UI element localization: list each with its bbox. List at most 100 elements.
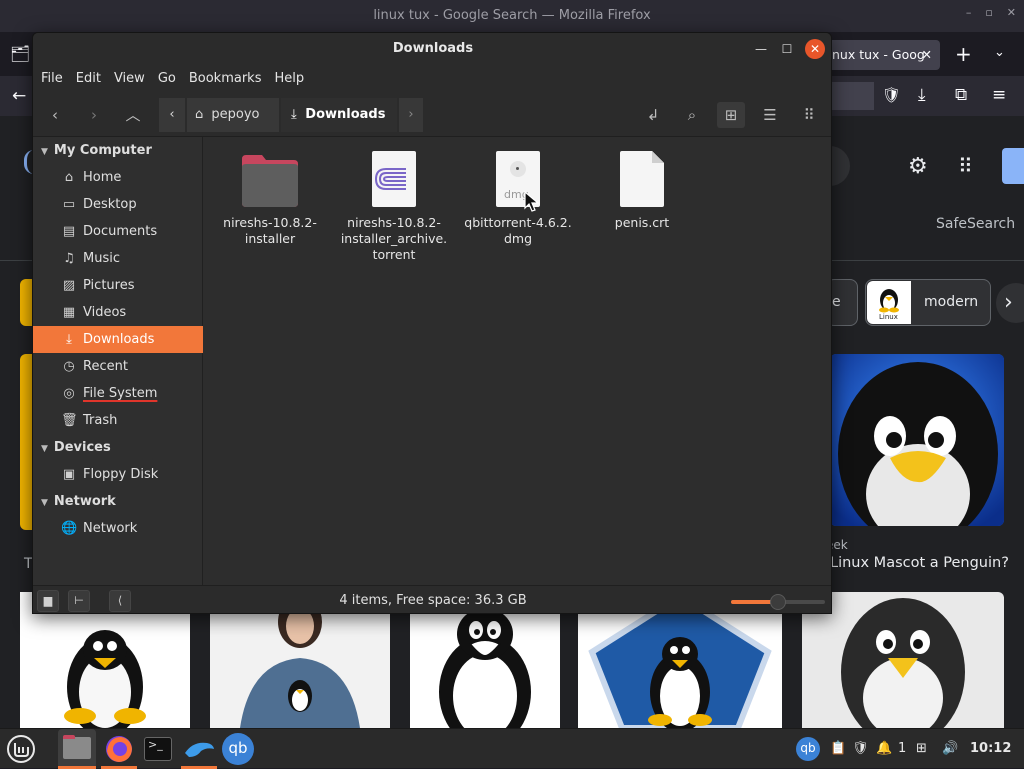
menu-edit[interactable]: Edit (75, 65, 109, 93)
firefox-titlebar: linux tux - Google Search — Mozilla Fire… (0, 0, 1024, 32)
settings-gear-icon[interactable]: ⚙ (908, 154, 928, 179)
tray-notifications-icon[interactable]: 🔔 (876, 729, 892, 769)
menu-icon[interactable]: ≡ (992, 85, 1006, 105)
up-icon[interactable]: ︿ (119, 102, 147, 128)
menu-view[interactable]: View (113, 65, 153, 93)
documents-icon: ▤ (62, 224, 76, 239)
floppy-icon: ▣ (62, 467, 76, 482)
show-places-icon[interactable]: ▆ (37, 590, 59, 612)
status-bar: 4 items, Free space: 36.3 GB ▆ ⊢ ⟨ (33, 585, 831, 613)
menu-file[interactable]: File (40, 65, 71, 93)
menu-bookmarks[interactable]: Bookmarks (188, 65, 270, 93)
file-item-torrent[interactable]: nireshs-10.8.2- installer_archive. torre… (334, 151, 454, 263)
safesearch-label[interactable]: SafeSearch (936, 216, 1015, 232)
firefox-window-controls: – ▫ ✕ (966, 6, 1016, 19)
sidebar-item-file-system[interactable]: ◎ File System (33, 380, 203, 407)
zoom-slider[interactable] (731, 594, 825, 610)
search-icon[interactable]: ⌕ (678, 102, 706, 128)
sidebar: ▼ My Computer ⌂ Home ▭ Desktop ▤ Documents ♫… (33, 137, 203, 585)
pocket-icon[interactable]: 🛡 (882, 86, 901, 104)
file-item-folder[interactable]: nireshs-10.8.2- installer (210, 151, 330, 247)
compact-view-icon[interactable]: ⠿ (795, 102, 823, 128)
extensions-icon[interactable]: ⧉ (955, 85, 967, 105)
sidebar-item-recent[interactable]: ◷ Recent (33, 353, 203, 380)
file-view[interactable]: nireshs-10.8.2- installer nireshs-10.8.2… (204, 137, 831, 585)
maximize-button[interactable]: ☐ (777, 39, 797, 59)
tab-title: nux tux - Goog (832, 47, 925, 62)
tab-close-icon[interactable]: ✕ (922, 40, 932, 70)
list-view-icon[interactable]: ☰ (756, 102, 784, 128)
location-toggle-icon[interactable]: ↲ (639, 102, 667, 128)
sidebar-item-desktop[interactable]: ▭ Desktop (33, 191, 203, 218)
icon-view-icon[interactable]: ⊞ (717, 102, 745, 128)
breadcrumb-current[interactable]: ⤓ Downloads (281, 98, 397, 132)
downloads-icon: ⤓ (66, 332, 72, 347)
sign-in-button[interactable] (1002, 148, 1024, 184)
sidebar-section-my-computer[interactable]: ▼ My Computer (33, 138, 152, 164)
close-icon[interactable]: ✕ (1007, 6, 1016, 19)
mint-menu-icon[interactable] (4, 733, 38, 765)
taskbar-files[interactable] (58, 729, 96, 769)
tray-volume-icon[interactable]: 🔊 (942, 729, 958, 769)
taskbar-dolphin[interactable] (181, 729, 217, 769)
minimize-button[interactable]: — (751, 39, 771, 59)
forward-icon[interactable]: › (80, 102, 108, 128)
breadcrumb-left-arrow[interactable]: ‹ (159, 98, 185, 132)
tray-workspace-count[interactable]: 1 (898, 729, 906, 769)
sidebar-section-network[interactable]: ▼ Network (33, 489, 116, 515)
show-treeview-icon[interactable]: ⊢ (68, 590, 90, 612)
tab-list-icon[interactable]: ⌄ (994, 45, 1005, 60)
sidebar-section-devices[interactable]: ▼ Devices (33, 435, 111, 461)
chip-left-partial[interactable] (20, 279, 32, 326)
dolphin-icon (185, 742, 214, 757)
apps-grid-icon[interactable]: ⠿ (958, 154, 973, 178)
zoom-slider-handle[interactable] (770, 594, 786, 610)
menu-help[interactable]: Help (273, 65, 312, 93)
sidebar-item-music[interactable]: ♫ Music (33, 245, 203, 272)
sidebar-item-pictures[interactable]: ▨ Pictures (33, 272, 203, 299)
menu-go[interactable]: Go (157, 65, 184, 93)
downloads-icon[interactable]: ⤓ (918, 85, 926, 105)
tray-clipboard-icon[interactable]: 📋 (830, 729, 846, 769)
tab-overview-icon[interactable]: 🗂 (10, 44, 30, 63)
maximize-icon[interactable]: ▫ (985, 6, 992, 19)
sidebar-item-trash[interactable]: 🗑 Trash (33, 407, 203, 434)
taskbar: >_ qb qb 📋 🛡 🔔 1 ⊞ 🔊 10:12 (0, 728, 1024, 769)
sidebar-item-network[interactable]: 🌐 Network (33, 515, 203, 542)
expander-icon: ▼ (41, 444, 48, 454)
hide-sidebar-icon[interactable]: ⟨ (109, 590, 131, 612)
file-item-dmg[interactable]: dmg qbittorrent-4.6.2. dmg (458, 151, 578, 247)
url-bar[interactable] (830, 82, 874, 110)
result-image-tux-plush[interactable] (802, 592, 1004, 728)
taskbar-firefox[interactable] (101, 729, 137, 769)
status-text: 4 items, Free space: 36.3 GB (339, 593, 527, 608)
sidebar-item-floppy-disk[interactable]: ▣ Floppy Disk (33, 461, 203, 488)
back-icon[interactable]: ← (12, 86, 26, 106)
chip-modern[interactable]: Linux modern (865, 279, 991, 326)
close-button[interactable]: ✕ (805, 39, 825, 59)
breadcrumb-home[interactable]: ⌂ pepoyo (187, 98, 279, 132)
result-title[interactable]: Linux Mascot a Penguin? (830, 555, 1009, 571)
tray-qbittorrent-icon[interactable]: qb (796, 737, 820, 761)
tray-clock[interactable]: 10:12 (970, 729, 1011, 769)
firefox-tab[interactable]: nux tux - Goog ✕ (826, 40, 940, 70)
qbittorrent-icon: qb (222, 733, 254, 765)
back-icon[interactable]: ‹ (41, 102, 69, 128)
file-item-crt[interactable]: penis.crt (582, 151, 702, 231)
minimize-icon[interactable]: – (966, 6, 972, 19)
dmg-file-icon: dmg (490, 151, 546, 212)
trash-icon: 🗑 (61, 413, 78, 428)
image-left-partial[interactable] (20, 354, 32, 530)
sidebar-item-home[interactable]: ⌂ Home (33, 164, 203, 191)
taskbar-terminal[interactable]: >_ (142, 733, 174, 765)
sidebar-item-videos[interactable]: ▦ Videos (33, 299, 203, 326)
tray-network-icon[interactable]: ⊞ (916, 729, 927, 769)
new-tab-button[interactable]: + (955, 42, 972, 66)
tray-shield-icon[interactable]: 🛡 (852, 729, 869, 769)
taskbar-qbittorrent[interactable]: qb (222, 733, 254, 765)
sidebar-item-documents[interactable]: ▤ Documents (33, 218, 203, 245)
result-image-tux-3d[interactable] (830, 354, 1004, 526)
sidebar-item-downloads[interactable]: ⤓ Downloads (33, 326, 203, 353)
toolbar: ‹ › ︿ ‹ ⌂ pepoyo ⤓ Downloads › ↲ ⌕ ⊞ ☰ ⠿ (33, 93, 831, 137)
breadcrumb-right-arrow[interactable]: › (399, 98, 423, 132)
